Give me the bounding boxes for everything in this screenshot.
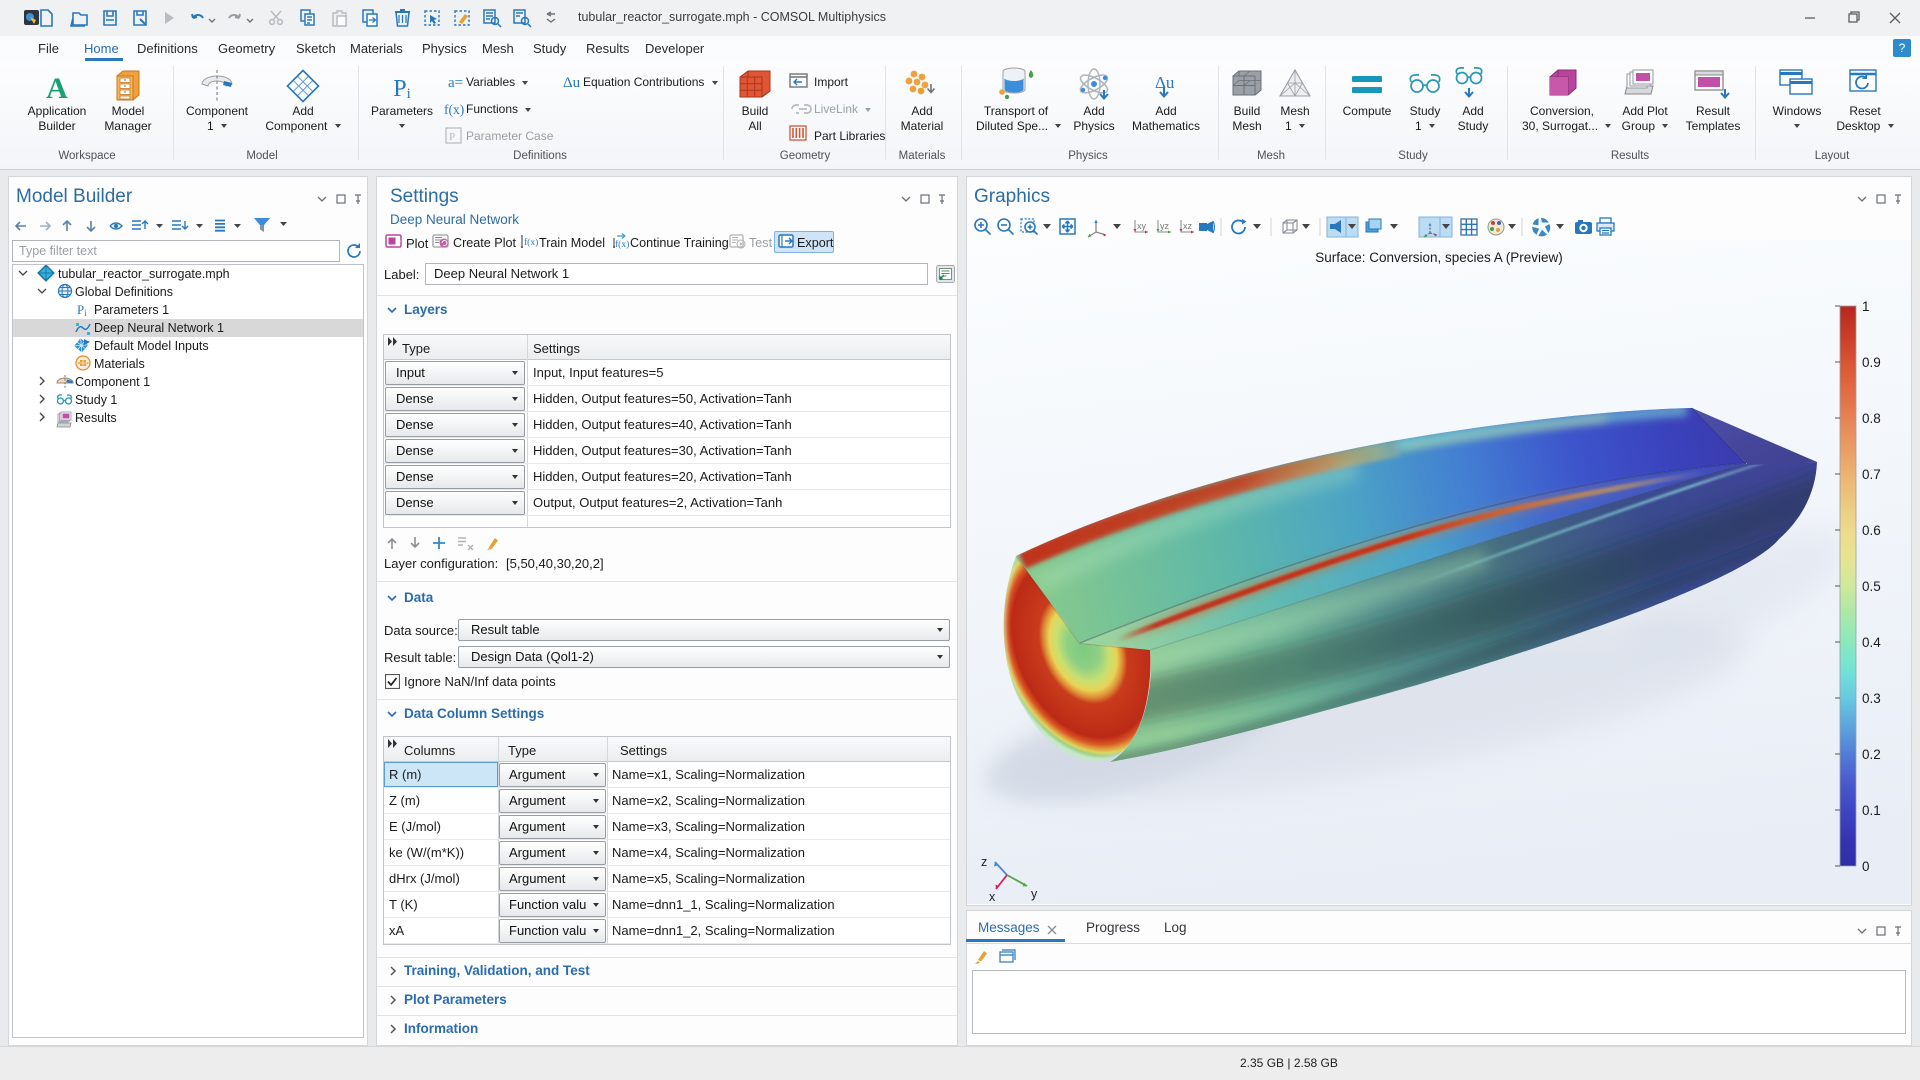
svg-text:f(x): f(x) [524,237,538,248]
svg-text:x: x [989,890,996,904]
svg-text:f(x): f(x) [444,102,464,117]
svg-text:0.2: 0.2 [1862,747,1881,762]
svg-text:0.7: 0.7 [1862,467,1881,482]
svg-text:1: 1 [1862,299,1870,314]
svg-text:xy: xy [1137,221,1147,231]
svg-text:xz: xz [1183,221,1193,231]
svg-text:P: P [449,131,455,143]
svg-text:Pi: Pi [393,76,411,102]
svg-text:0: 0 [1862,859,1870,874]
svg-text:y: y [1031,887,1038,901]
svg-text:0.9: 0.9 [1862,355,1881,370]
svg-text:Δu: Δu [563,75,581,91]
svg-text:A: A [46,72,68,105]
svg-text:0.8: 0.8 [1862,411,1881,426]
svg-text:0.6: 0.6 [1862,523,1881,538]
svg-text:0.3: 0.3 [1862,691,1881,706]
svg-text:0.5: 0.5 [1862,579,1881,594]
svg-text:0.4: 0.4 [1862,635,1881,650]
svg-text:Pi: Pi [77,302,87,318]
svg-text:0.1: 0.1 [1862,803,1881,818]
svg-text:yz: yz [1160,221,1170,231]
svg-text:a=: a= [448,75,463,91]
svg-text:f(x): f(x) [615,239,629,250]
svg-text:z: z [981,855,987,869]
